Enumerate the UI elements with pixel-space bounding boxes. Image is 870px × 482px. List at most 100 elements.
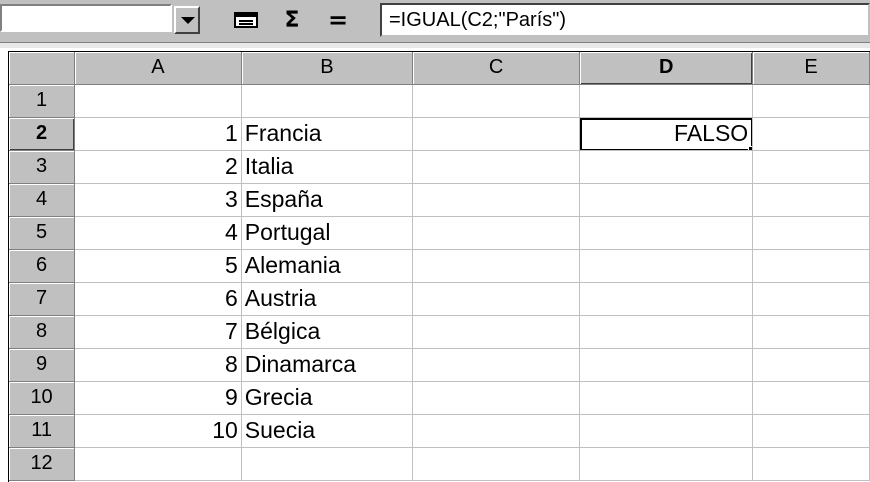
chevron-down-icon[interactable]: [174, 6, 200, 34]
cell-c[interactable]: [412, 117, 581, 151]
fill-handle[interactable]: [748, 145, 752, 149]
cell-c[interactable]: [412, 315, 581, 349]
row-header[interactable]: 4: [9, 183, 76, 217]
row-header[interactable]: 3: [9, 150, 76, 184]
column-header-e[interactable]: E: [752, 52, 870, 85]
column-header-b[interactable]: B: [241, 52, 414, 85]
equals-icon: =: [327, 6, 349, 34]
cell-a[interactable]: [74, 84, 242, 118]
table-row: 12: [9, 447, 870, 481]
cell-d[interactable]: [579, 348, 754, 382]
cell-c[interactable]: [412, 348, 581, 382]
cell-e[interactable]: [752, 183, 870, 217]
cell-e[interactable]: [752, 447, 870, 481]
cell-b[interactable]: Austria: [241, 282, 414, 316]
cell-c[interactable]: [412, 216, 581, 250]
cell-a[interactable]: 3: [74, 183, 242, 217]
row-header[interactable]: 7: [9, 282, 76, 316]
cell-a[interactable]: 6: [74, 282, 242, 316]
cell-e[interactable]: [752, 381, 870, 415]
function-wizard-button[interactable]: [228, 6, 264, 34]
cell-b[interactable]: [241, 84, 414, 118]
cell-e[interactable]: [752, 216, 870, 250]
cell-a[interactable]: 4: [74, 216, 242, 250]
table-row: 9 8 Dinamarca: [9, 348, 870, 382]
select-all-corner[interactable]: [9, 52, 76, 85]
cell-e[interactable]: [752, 282, 870, 316]
cell-a[interactable]: 8: [74, 348, 242, 382]
table-row: 1: [9, 84, 870, 118]
column-header-c[interactable]: C: [412, 52, 581, 85]
cell-b[interactable]: Suecia: [241, 414, 414, 448]
cell-a[interactable]: 1: [74, 117, 242, 151]
row-header[interactable]: 10: [9, 381, 76, 415]
row-header[interactable]: 9: [9, 348, 76, 382]
cell-b[interactable]: Portugal: [241, 216, 414, 250]
cell-c[interactable]: [412, 447, 581, 481]
cell-d[interactable]: [579, 183, 754, 217]
cell-a[interactable]: 10: [74, 414, 242, 448]
column-header-d[interactable]: D: [579, 52, 754, 85]
table-row: 8 7 Bélgica: [9, 315, 870, 349]
sum-icon: Σ: [284, 7, 300, 33]
equals-button[interactable]: =: [320, 6, 356, 34]
row-header[interactable]: 6: [9, 249, 76, 283]
cell-b[interactable]: Francia: [241, 117, 414, 151]
column-header-a[interactable]: A: [74, 52, 242, 85]
cell-e[interactable]: [752, 150, 870, 184]
cell-e[interactable]: [752, 348, 870, 382]
cell-a[interactable]: 7: [74, 315, 242, 349]
active-cell[interactable]: FALSO: [579, 117, 754, 151]
cell-b[interactable]: Bélgica: [241, 315, 414, 349]
cell-b[interactable]: [241, 447, 414, 481]
cell-c[interactable]: [412, 249, 581, 283]
cell-d[interactable]: [579, 414, 754, 448]
cell-e[interactable]: [752, 414, 870, 448]
cell-c[interactable]: [412, 84, 581, 118]
cell-d[interactable]: [579, 282, 754, 316]
cell-a[interactable]: 2: [74, 150, 242, 184]
cell-d[interactable]: [579, 447, 754, 481]
row-header[interactable]: 11: [9, 414, 76, 448]
name-box[interactable]: [0, 4, 172, 32]
cell-c[interactable]: [412, 150, 581, 184]
cell-b[interactable]: Grecia: [241, 381, 414, 415]
cell-e[interactable]: [752, 249, 870, 283]
cell-a[interactable]: 9: [74, 381, 242, 415]
cell-b[interactable]: Italia: [241, 150, 414, 184]
cell-c[interactable]: [412, 414, 581, 448]
cell-a[interactable]: 5: [74, 249, 242, 283]
sheet-table: A B C D E 1 2 1 Francia FALSO 3 2 Italia 4 3 Españ…: [9, 52, 870, 481]
toolbar-divider: [0, 42, 870, 48]
row-header[interactable]: 8: [9, 315, 76, 349]
cell-e[interactable]: [752, 117, 870, 151]
cell-e[interactable]: [752, 84, 870, 118]
table-row: 6 5 Alemania: [9, 249, 870, 283]
active-cell-value: FALSO: [579, 117, 752, 149]
table-row: 2 1 Francia FALSO: [9, 117, 870, 151]
table-row: 3 2 Italia: [9, 150, 870, 184]
row-header[interactable]: 12: [9, 447, 76, 481]
row-header[interactable]: 2: [9, 117, 76, 151]
cell-c[interactable]: [412, 381, 581, 415]
cell-d[interactable]: [579, 381, 754, 415]
cell-d[interactable]: [579, 84, 754, 118]
cell-c[interactable]: [412, 282, 581, 316]
cell-c[interactable]: [412, 183, 581, 217]
cell-d[interactable]: [579, 249, 754, 283]
cell-b[interactable]: Alemania: [241, 249, 414, 283]
cell-d[interactable]: [579, 315, 754, 349]
cell-d[interactable]: [579, 150, 754, 184]
table-row: 4 3 España: [9, 183, 870, 217]
spreadsheet-grid: A B C D E 1 2 1 Francia FALSO 3 2 Italia 4 3 Españ…: [8, 51, 870, 482]
row-header[interactable]: 5: [9, 216, 76, 250]
cell-a[interactable]: [74, 447, 242, 481]
formula-input[interactable]: =IGUAL(C2;"París"): [380, 3, 870, 37]
cell-b[interactable]: Dinamarca: [241, 348, 414, 382]
cell-d[interactable]: [579, 216, 754, 250]
cell-e[interactable]: [752, 315, 870, 349]
table-row: 11 10 Suecia: [9, 414, 870, 448]
cell-b[interactable]: España: [241, 183, 414, 217]
sum-button[interactable]: Σ: [274, 6, 310, 34]
row-header[interactable]: 1: [9, 84, 76, 118]
